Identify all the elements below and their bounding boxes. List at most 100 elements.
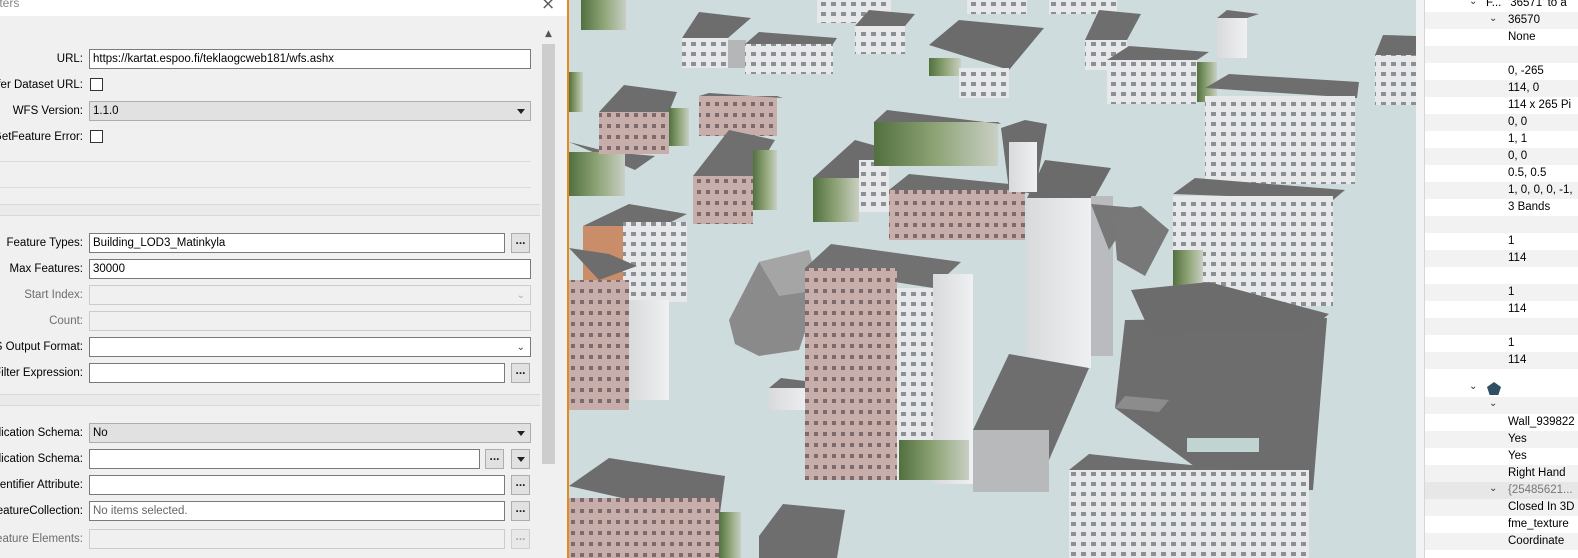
- application-schema-file-field[interactable]: [89, 449, 480, 469]
- chevron-down-icon: ⌄: [516, 290, 525, 301]
- attribute-row[interactable]: fme_texture: [1425, 516, 1578, 533]
- attribute-value: Wall_939822: [1508, 416, 1575, 428]
- application-schema-label: plication Schema:: [0, 427, 83, 439]
- filter-expression-browse-button[interactable]: ...: [511, 363, 530, 383]
- attribute-row[interactable]: Yes: [1425, 448, 1578, 465]
- attribute-row[interactable]: 3 Bands: [1425, 199, 1578, 216]
- attribute-row[interactable]: 1, 1: [1425, 131, 1578, 148]
- building: [889, 174, 1029, 240]
- dialog-title-bar: neters ×: [0, 0, 567, 16]
- expand-chevron-icon[interactable]: ⌄: [1489, 12, 1497, 27]
- feature-types-browse-button[interactable]: ...: [511, 233, 530, 253]
- feature-collection-browse-button[interactable]: ...: [511, 501, 530, 521]
- building: [1173, 74, 1359, 310]
- start-index-label: Start Index:: [24, 289, 83, 301]
- attribute-value: 114: [1508, 303, 1527, 315]
- wfs-version-select[interactable]: 1.1.0: [89, 101, 531, 121]
- prefer-dataset-url-label: efer Dataset URL:: [0, 79, 83, 91]
- building: [745, 32, 837, 74]
- attribute-row[interactable]: 1: [1425, 335, 1578, 352]
- attribute-row[interactable]: F... ⌄ '36571' to a: [1425, 0, 1578, 12]
- filter-expression-field[interactable]: [89, 363, 505, 383]
- wfs-version-label: WFS Version:: [12, 105, 83, 117]
- divider: [0, 161, 531, 162]
- attribute-row[interactable]: 1: [1425, 233, 1578, 250]
- geometry-row[interactable]: ⌄: [1425, 380, 1578, 397]
- attribute-row[interactable]: 0, -265: [1425, 63, 1578, 80]
- attribute-row[interactable]: 114, 0: [1425, 80, 1578, 97]
- attribute-row[interactable]: 0.5, 0.5: [1425, 165, 1578, 182]
- expand-chevron-icon[interactable]: ⌄: [1469, 0, 1477, 10]
- url-field[interactable]: https://kartat.espoo.fi/teklaogcweb181/w…: [89, 49, 531, 69]
- identifier-attribute-label: entifier Attribute:: [0, 479, 83, 491]
- feature-collection-placeholder: No items selected.: [93, 505, 188, 517]
- attribute-row[interactable]: 0, 0: [1425, 114, 1578, 131]
- attribute-row[interactable]: 1: [1425, 284, 1578, 301]
- expand-chevron-icon[interactable]: ⌄: [1489, 482, 1497, 497]
- attribute-row[interactable]: ⌄ {25485621...: [1425, 482, 1578, 499]
- building: [581, 0, 751, 68]
- attribute-row[interactable]: 1, 0, 0, 0, -1,: [1425, 182, 1578, 199]
- expand-chevron-icon[interactable]: ⌄: [1489, 397, 1497, 412]
- attribute-row[interactable]: [1425, 46, 1578, 63]
- attribute-value: 0, 0: [1508, 116, 1528, 128]
- prefer-dataset-url-checkbox[interactable]: [90, 78, 103, 91]
- scrollbar-thumb[interactable]: [542, 44, 555, 464]
- scroll-up-icon[interactable]: ▲: [540, 26, 557, 43]
- building: [874, 110, 1001, 166]
- expand-chevron-icon[interactable]: ⌄: [1469, 380, 1477, 395]
- attribute-row[interactable]: 114: [1425, 301, 1578, 318]
- attribute-value: 0, -265: [1508, 65, 1544, 77]
- attribute-row[interactable]: Right Hand: [1425, 465, 1578, 482]
- vertical-scrollbar[interactable]: ▲: [540, 26, 557, 558]
- attribute-row[interactable]: 114 x 265 Pi: [1425, 97, 1578, 114]
- getfeature-error-label: GetFeature Error:: [0, 131, 83, 143]
- attribute-value: Yes: [1508, 450, 1527, 462]
- attribute-row[interactable]: 0, 0: [1425, 148, 1578, 165]
- attribute-row[interactable]: ⌄ 36570: [1425, 12, 1578, 29]
- attribute-value: 114, 0: [1508, 82, 1540, 94]
- chevron-down-icon[interactable]: ⌄: [517, 339, 525, 356]
- attribute-row[interactable]: Wall_939822: [1425, 414, 1578, 431]
- 3d-viewport[interactable]: [567, 0, 1416, 558]
- building: [805, 244, 973, 484]
- dropdown-arrow-icon: [517, 457, 525, 462]
- max-features-field[interactable]: 30000: [89, 259, 531, 279]
- attribute-row[interactable]: 114: [1425, 352, 1578, 369]
- attribute-row[interactable]: [1425, 267, 1578, 284]
- building: [599, 85, 689, 154]
- building: [759, 504, 845, 558]
- attribute-row[interactable]: Yes: [1425, 431, 1578, 448]
- attribute-row[interactable]: None: [1425, 29, 1578, 46]
- attribute-row[interactable]: 114: [1425, 250, 1578, 267]
- identifier-attribute-field[interactable]: [89, 475, 505, 495]
- panel-splitter[interactable]: [1416, 0, 1424, 558]
- application-schema-select[interactable]: No: [89, 423, 531, 443]
- application-schema-browse-button[interactable]: ...: [485, 449, 504, 469]
- feature-collection-field[interactable]: No items selected.: [89, 501, 505, 521]
- attribute-row[interactable]: [1425, 216, 1578, 233]
- attribute-value: 36570: [1508, 14, 1540, 26]
- attribute-row[interactable]: Coordinate: [1425, 533, 1578, 550]
- output-format-combo[interactable]: ⌄: [89, 337, 531, 357]
- attribute-row[interactable]: ⌄: [1425, 397, 1578, 414]
- getfeature-error-checkbox[interactable]: [90, 130, 103, 143]
- building: [1375, 35, 1416, 105]
- divider: [0, 187, 531, 188]
- application-schema-menu-button[interactable]: [511, 449, 530, 469]
- max-features-label: Max Features:: [9, 263, 84, 275]
- building: [855, 10, 915, 54]
- attribute-value: 1: [1508, 235, 1515, 247]
- attribute-value: fme_texture: [1508, 518, 1569, 530]
- attribute-value: 0, 0: [1508, 150, 1528, 162]
- building: [1217, 10, 1259, 58]
- attribute-row[interactable]: [1425, 318, 1578, 335]
- close-icon[interactable]: ×: [541, 0, 555, 14]
- feature-types-field[interactable]: Building_LOD3_Matinkyla: [89, 233, 505, 253]
- attribute-row[interactable]: Closed In 3D: [1425, 499, 1578, 516]
- attribute-value: Right Hand: [1508, 467, 1566, 479]
- building: [1107, 46, 1217, 104]
- attribute-value: 114 x 265 Pi: [1508, 99, 1572, 111]
- feature-prefix: F...: [1486, 0, 1502, 9]
- identifier-attribute-browse-button[interactable]: ...: [511, 475, 530, 495]
